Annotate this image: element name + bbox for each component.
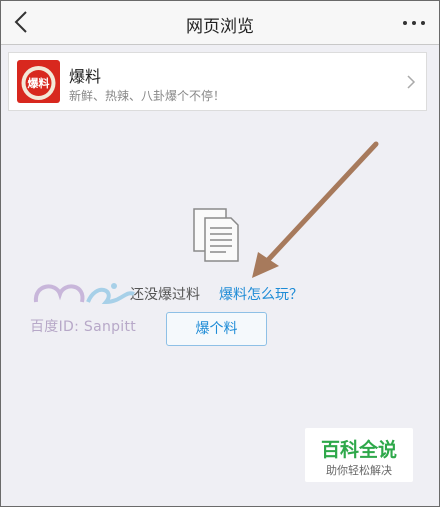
baike-badge: 百科全说 助你轻松解决 [305, 428, 413, 482]
card-subtitle: 新鲜、热辣、八卦爆个不停！ [69, 89, 226, 103]
more-button[interactable] [401, 12, 427, 32]
watermark-user-id: 百度ID: Sanpitt [30, 319, 137, 335]
baoliao-logo: 爆料 [17, 60, 60, 103]
baike-subtitle: 助你轻松解决 [326, 464, 392, 477]
page-title: 网页浏览 [186, 17, 254, 37]
watermark-logo [33, 283, 135, 305]
top-bar: 网页浏览 [1, 1, 439, 45]
how-to-link[interactable]: 爆料怎么玩？ [219, 284, 303, 304]
more-icon [403, 21, 425, 25]
document-icon [193, 208, 239, 262]
baoliao-card[interactable]: 爆料 爆料 新鲜、热辣、八卦爆个不停！ [8, 52, 427, 111]
svg-text:爆料: 爆料 [28, 76, 50, 90]
chevron-right-icon [407, 75, 416, 89]
card-title: 爆料 [69, 67, 102, 86]
post-button[interactable]: 爆个料 [166, 312, 267, 346]
baike-title: 百科全说 [320, 439, 397, 461]
